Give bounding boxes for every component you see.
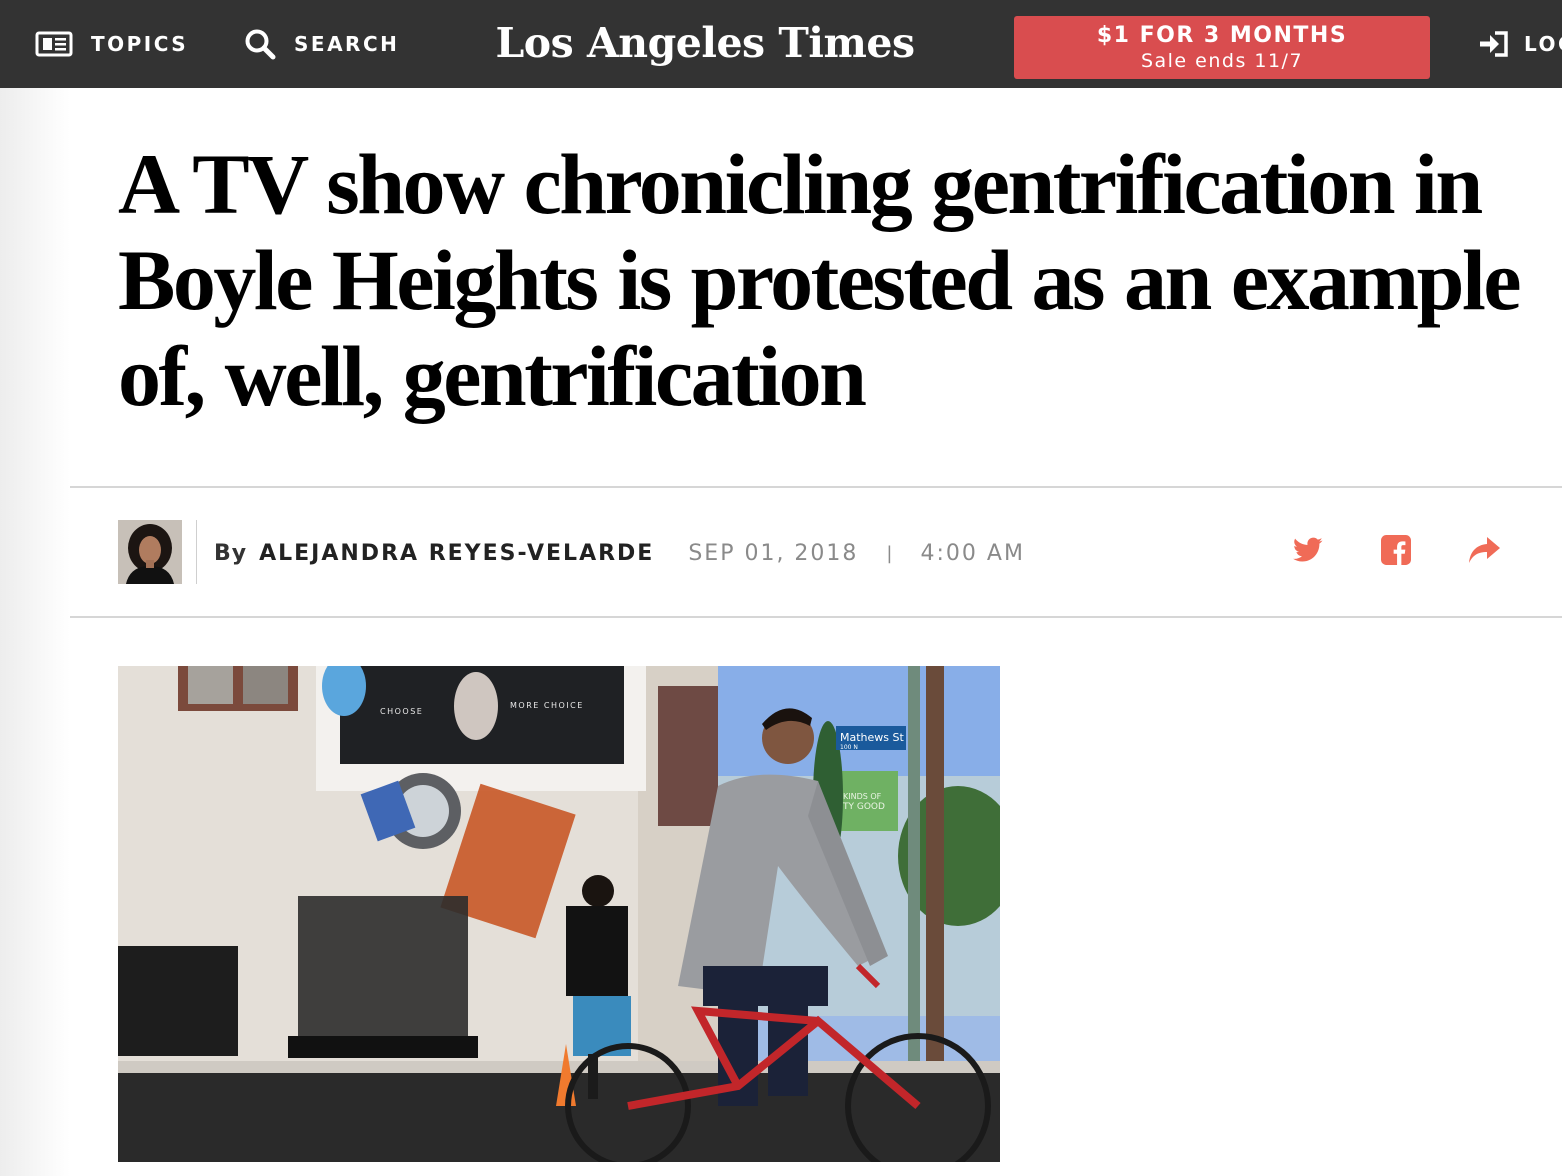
- promo-offer: $1 FOR 3 MONTHS: [1096, 23, 1348, 48]
- share-more-button[interactable]: [1464, 532, 1504, 572]
- byline-prefix: By: [214, 540, 248, 566]
- article-hero-photo[interactable]: CHOOSE MORE CHOICE Mathews St 100 N KIND…: [118, 666, 1000, 1162]
- date-time-separator: |: [886, 542, 895, 564]
- byline-vertical-divider: [196, 520, 197, 584]
- green-sign-line-1: KINDS OF: [843, 792, 882, 801]
- left-gutter: [0, 88, 70, 1176]
- topics-menu-button[interactable]: TOPICS: [35, 0, 188, 88]
- article-headline: A TV show chronicling gentrification in …: [118, 136, 1522, 424]
- topics-label: TOPICS: [91, 32, 189, 56]
- billboard-right-text: MORE CHOICE: [510, 701, 584, 710]
- billboard-left-text: CHOOSE: [380, 707, 423, 716]
- share-twitter-button[interactable]: [1288, 532, 1328, 572]
- publish-time: 4:00 AM: [920, 540, 1025, 566]
- share-facebook-button[interactable]: [1376, 532, 1416, 572]
- search-icon: [244, 28, 276, 60]
- street-sign-name: Mathews St: [840, 731, 904, 744]
- facebook-icon: [1381, 534, 1411, 570]
- twitter-icon: [1293, 537, 1323, 568]
- author-avatar[interactable]: [118, 520, 182, 584]
- login-label: LOG: [1524, 32, 1562, 56]
- search-label: SEARCH: [294, 32, 400, 56]
- publish-date: SEP 01, 2018: [688, 540, 859, 566]
- street-sign-number: 100 N: [840, 744, 858, 751]
- byline-bottom-divider: [70, 616, 1562, 618]
- promo-deadline: Sale ends 11/7: [1140, 50, 1304, 72]
- byline: By ALEJANDRA REYES-VELARDE SEP 01, 2018 …: [214, 534, 1025, 572]
- site-logo[interactable]: Los Angeles Times: [495, 8, 915, 78]
- login-button[interactable]: LOG: [1478, 0, 1562, 88]
- subscribe-promo-button[interactable]: $1 FOR 3 MONTHS Sale ends 11/7: [1014, 16, 1430, 79]
- login-icon: [1478, 30, 1510, 58]
- green-sign-line-2: TY GOOD: [842, 802, 885, 812]
- byline-top-divider: [70, 486, 1562, 488]
- search-button[interactable]: SEARCH: [244, 0, 399, 88]
- author-name-link[interactable]: ALEJANDRA REYES-VELARDE: [259, 541, 654, 566]
- share-icon: [1467, 536, 1501, 569]
- newspaper-icon: [35, 30, 73, 58]
- top-navigation-bar: TOPICS SEARCH Los Angeles Times $1 FOR 3…: [0, 0, 1562, 88]
